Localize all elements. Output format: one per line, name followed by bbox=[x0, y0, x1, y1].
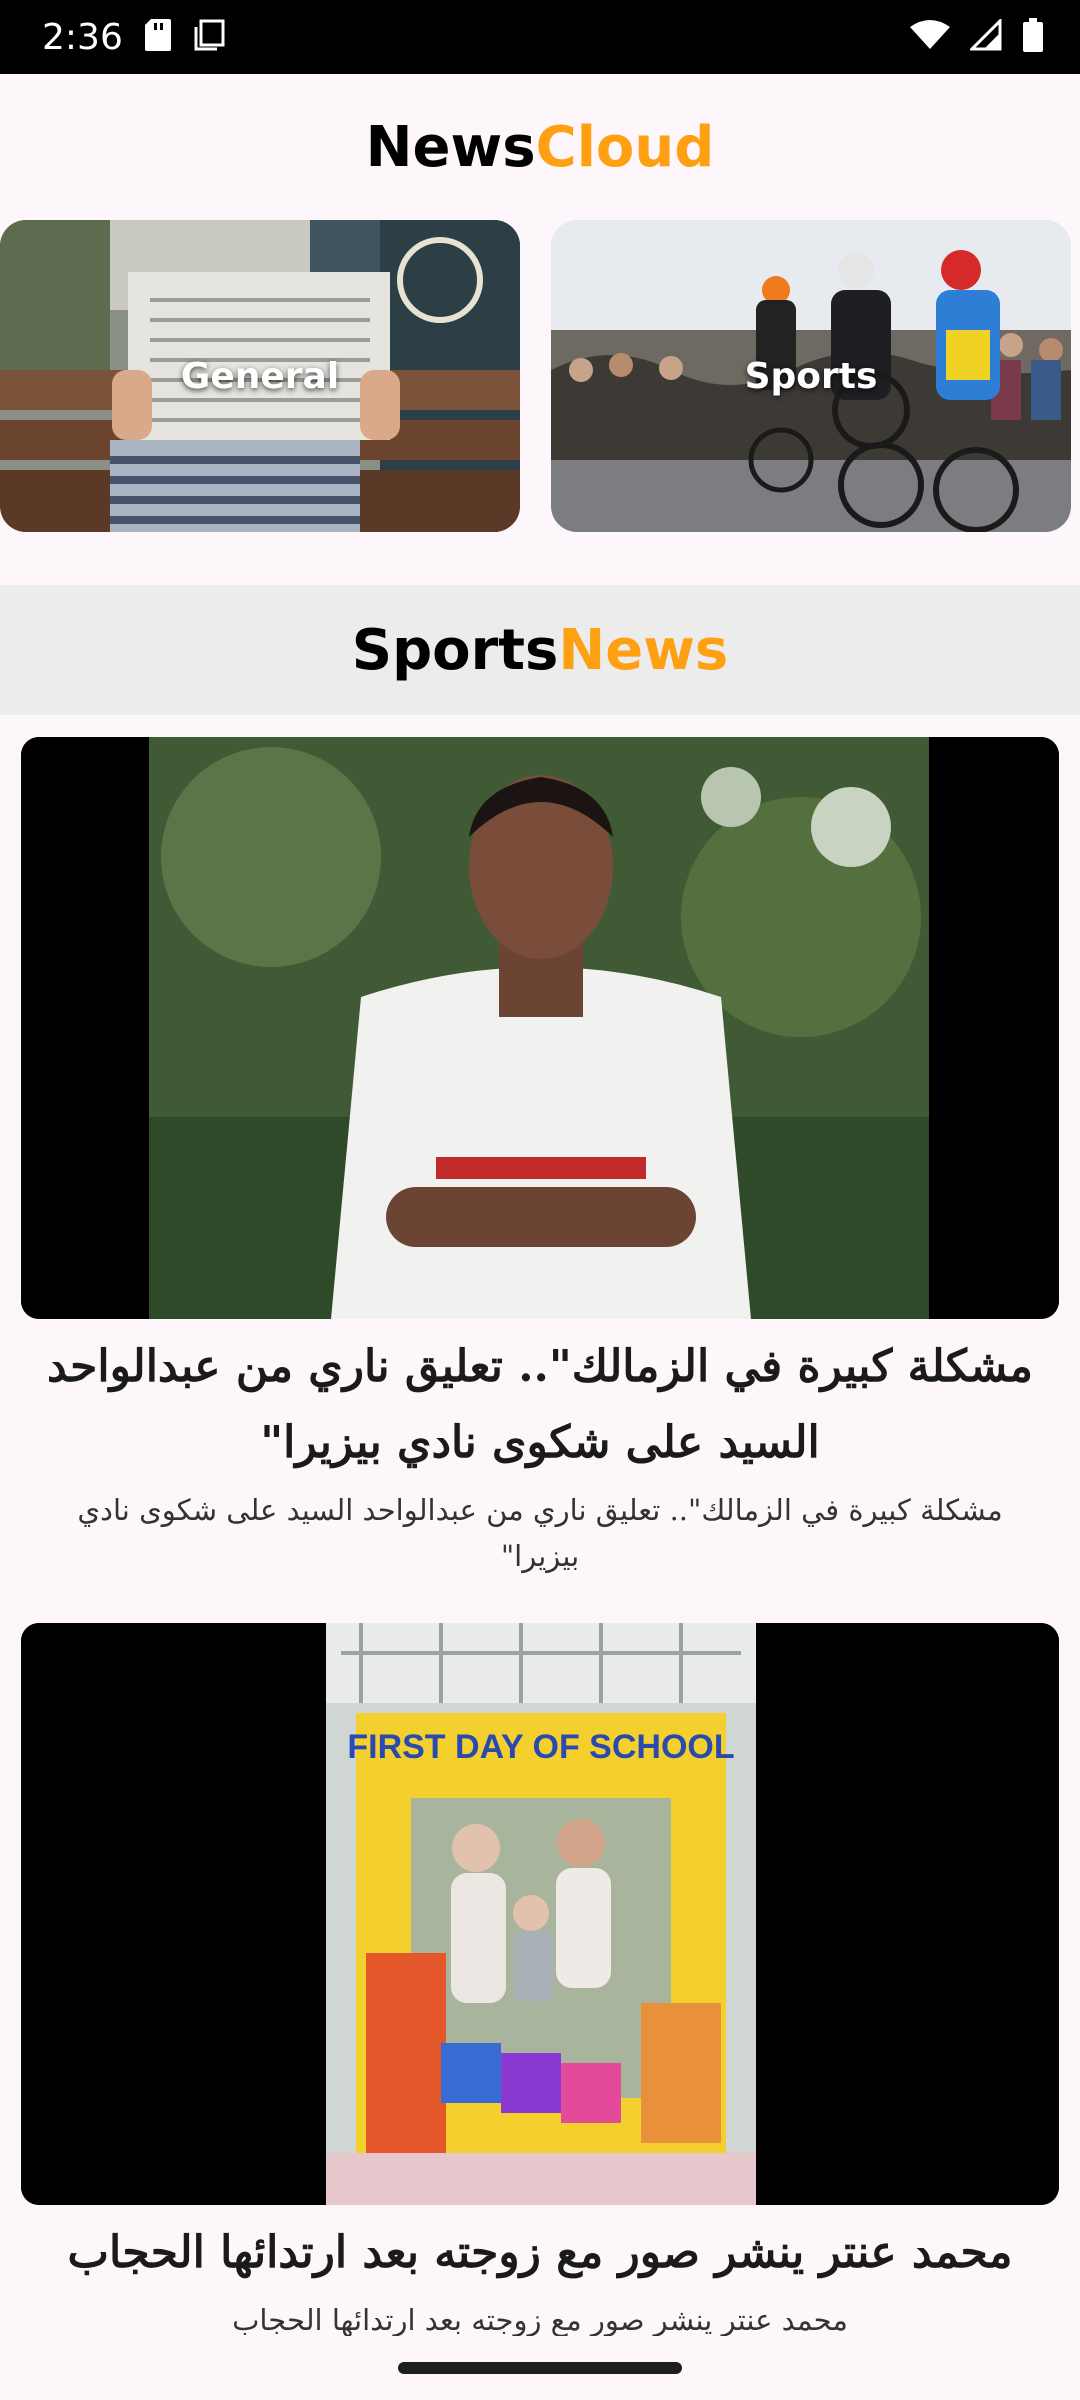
section-title-part1: Sports bbox=[351, 617, 559, 683]
status-bar: 2:36 bbox=[0, 0, 1080, 74]
category-label-sports: Sports bbox=[744, 355, 878, 397]
article-image-graphic: FIRST DAY OF SCHOOL bbox=[21, 1623, 1059, 2205]
article-image-graphic bbox=[21, 737, 1059, 1319]
category-card-general[interactable]: General bbox=[0, 220, 520, 532]
signal-icon bbox=[968, 16, 1002, 56]
section-header: Sports News bbox=[0, 585, 1080, 715]
section-title-part2: News bbox=[558, 617, 729, 683]
article-title[interactable]: محمد عنتر ينشر صور مع زوجته بعد ارتدائها… bbox=[21, 2205, 1059, 2291]
category-list: General Sports bbox=[0, 220, 1080, 532]
home-gesture-handle[interactable] bbox=[398, 2362, 682, 2374]
navigation-bar bbox=[0, 2336, 1080, 2400]
article-image[interactable]: FIRST DAY OF SCHOOL bbox=[21, 1623, 1059, 2205]
wifi-icon bbox=[910, 19, 950, 56]
app-title: News Cloud bbox=[0, 74, 1080, 220]
article-image[interactable] bbox=[21, 737, 1059, 1319]
article-card[interactable]: FIRST DAY OF SCHOOL محمد عنتر ينشر صور م… bbox=[21, 1623, 1059, 2343]
battery-icon bbox=[1022, 17, 1044, 57]
app-title-part1: News bbox=[365, 114, 536, 180]
article-description: مشكلة كبيرة في الزمالك".. تعليق ناري من … bbox=[77, 1493, 1003, 1573]
app-title-part2: Cloud bbox=[535, 114, 715, 180]
category-card-sports[interactable]: Sports bbox=[551, 220, 1071, 532]
article-title[interactable]: مشكلة كبيرة في الزمالك".. تعليق ناري من … bbox=[21, 1319, 1059, 1481]
category-label-general: General bbox=[180, 355, 340, 397]
screenshot-icon bbox=[193, 19, 225, 56]
article-card[interactable]: مشكلة كبيرة في الزمالك".. تعليق ناري من … bbox=[21, 737, 1059, 1579]
image-caption: FIRST DAY OF SCHOOL bbox=[347, 1728, 734, 1766]
sd-card-icon bbox=[144, 18, 171, 56]
status-time: 2:36 bbox=[42, 16, 123, 58]
